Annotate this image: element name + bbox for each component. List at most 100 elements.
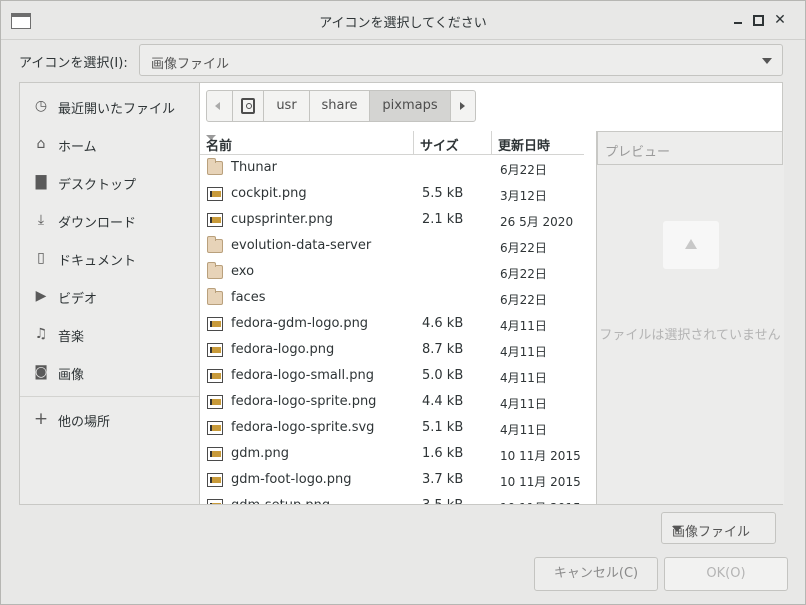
image-file-icon [207, 369, 223, 383]
image-file-icon [207, 317, 223, 331]
file-size: 4.4 kB [422, 394, 464, 409]
sidebar-item-label: ビデオ [58, 292, 98, 307]
file-date: 6月22日 [500, 293, 547, 307]
cancel-button[interactable]: キャンセル(C) [534, 557, 658, 591]
video-icon: ▶ [35, 288, 47, 304]
sidebar-item-label: 最近開いたファイル [58, 102, 176, 117]
image-file-icon [207, 447, 223, 461]
file-date: 4月11日 [500, 371, 547, 385]
path-back-button[interactable] [207, 91, 233, 121]
icon-chooser-dialog: アイコンを選択してください ✕ アイコンを選択(I): 画像ファイル ◷ 最近開… [0, 0, 806, 605]
preview-empty-text: ファイルは選択されていません [599, 328, 781, 343]
file-name: gdm-foot-logo.png [231, 472, 352, 487]
sidebar-item-desktop[interactable]: ▇ デスクトップ [20, 168, 199, 196]
sidebar-item-videos[interactable]: ▶ ビデオ [20, 282, 199, 310]
column-header-size[interactable]: サイズ [414, 131, 492, 155]
file-size: 3.5 kB [422, 498, 463, 504]
close-icon[interactable]: ✕ [773, 13, 787, 27]
file-row[interactable]: Thunar 6月22日 [200, 155, 584, 181]
download-icon: ⤓ [37, 212, 45, 228]
path-root-button[interactable] [233, 91, 264, 121]
sidebar-item-label: ドキュメント [58, 254, 137, 269]
path-crumb-share[interactable]: share [310, 91, 370, 121]
icon-type-combo[interactable]: 画像ファイル [139, 44, 783, 76]
folder-icon [207, 262, 223, 279]
file-size: 4.6 kB [422, 316, 464, 331]
home-icon: ⌂ [36, 136, 46, 152]
file-row[interactable]: evolution-data-server 6月22日 [200, 233, 584, 259]
sidebar-item-documents[interactable]: ▯ ドキュメント [20, 244, 199, 272]
image-file-icon [207, 473, 223, 487]
folder-icon [207, 288, 223, 305]
file-row[interactable]: fedora-logo-sprite.png 4.4 kB 4月11日 [200, 389, 584, 415]
file-name: cupsprinter.png [231, 212, 333, 227]
file-row[interactable]: gdm-foot-logo.png 3.7 kB 10 11月 2015 [200, 467, 584, 493]
file-date: 10 11月 2015 [500, 499, 581, 504]
file-date: 6月22日 [500, 163, 547, 177]
chevron-down-icon [672, 526, 682, 532]
sidebar-divider [20, 396, 199, 397]
sidebar-item-recent[interactable]: ◷ 最近開いたファイル [20, 92, 199, 120]
sidebar-item-home[interactable]: ⌂ ホーム [20, 130, 199, 158]
file-filter-value: 画像ファイル [672, 525, 751, 540]
file-date: 4月11日 [500, 319, 547, 333]
preview-placeholder-icon [663, 221, 719, 269]
file-date: 6月22日 [500, 267, 547, 281]
column-header-modified[interactable]: 更新日時 [492, 131, 584, 155]
minimize-icon[interactable] [731, 13, 745, 27]
path-crumb-pixmaps[interactable]: pixmaps [370, 91, 451, 121]
icon-type-value: 画像ファイル [151, 57, 230, 72]
file-size: 5.0 kB [422, 368, 464, 383]
plus-icon: + [33, 409, 49, 429]
sidebar-item-downloads[interactable]: ⤓ ダウンロード [20, 206, 199, 234]
ok-button[interactable]: OK(O) [664, 557, 788, 591]
sidebar-item-other-locations[interactable]: + 他の場所 [20, 405, 199, 433]
column-header-name[interactable]: 名前 [200, 131, 414, 155]
file-row[interactable]: cockpit.png 5.5 kB 3月12日 [200, 181, 584, 207]
path-crumb-usr[interactable]: usr [264, 91, 310, 121]
warning-icon [685, 239, 697, 249]
file-row[interactable]: fedora-gdm-logo.png 4.6 kB 4月11日 [200, 311, 584, 337]
sidebar-item-label: 画像 [58, 368, 85, 383]
file-chooser: ◷ 最近開いたファイル ⌂ ホーム ▇ デスクトップ ⤓ ダウンロード ▯ ドキ… [19, 82, 784, 505]
sidebar-item-pictures[interactable]: ◙ 画像 [20, 358, 199, 386]
image-file-icon [207, 395, 223, 409]
title-bar: アイコンを選択してください ✕ [1, 1, 805, 40]
desktop-folder-icon: ▇ [35, 174, 47, 190]
recent-clock-icon: ◷ [34, 98, 48, 114]
file-row[interactable]: fedora-logo-sprite.svg 5.1 kB 4月11日 [200, 415, 584, 441]
path-forward-button[interactable] [451, 91, 475, 121]
file-row[interactable]: exo 6月22日 [200, 259, 584, 285]
sidebar-item-label: 音楽 [58, 330, 85, 345]
file-date: 3月12日 [500, 189, 547, 203]
image-file-icon [207, 187, 223, 201]
file-size: 5.1 kB [422, 420, 464, 435]
file-name: cockpit.png [231, 186, 307, 201]
file-name: evolution-data-server [231, 238, 372, 253]
file-size: 8.7 kB [422, 342, 464, 357]
file-size: 5.5 kB [422, 186, 464, 201]
file-date: 4月11日 [500, 397, 547, 411]
file-row[interactable]: fedora-logo-small.png 5.0 kB 4月11日 [200, 363, 584, 389]
maximize-icon[interactable] [751, 13, 765, 27]
sidebar-item-label: 他の場所 [58, 415, 111, 430]
file-row[interactable]: gdm.png 1.6 kB 10 11月 2015 [200, 441, 584, 467]
folder-icon [207, 236, 223, 253]
chevron-right-icon [460, 102, 465, 110]
file-row[interactable]: cupsprinter.png 2.1 kB 26 5月 2020 [200, 207, 584, 233]
file-name: Thunar [231, 160, 277, 175]
file-filter-button[interactable]: 画像ファイル [661, 512, 776, 544]
file-name: fedora-logo-small.png [231, 368, 374, 383]
sidebar-item-music[interactable]: ♫ 音楽 [20, 320, 199, 348]
document-icon: ▯ [37, 250, 45, 266]
file-name: fedora-logo-sprite.png [231, 394, 377, 409]
music-icon: ♫ [34, 326, 48, 342]
file-row[interactable]: fedora-logo.png 8.7 kB 4月11日 [200, 337, 584, 363]
file-size: 1.6 kB [422, 446, 464, 461]
file-name: gdm.png [231, 446, 290, 461]
sidebar-item-label: ホーム [58, 140, 97, 155]
file-row[interactable]: faces 6月22日 [200, 285, 584, 311]
file-name: faces [231, 290, 266, 305]
chevron-down-icon [762, 58, 772, 64]
file-row[interactable]: gdm-setup.png 3.5 kB 10 11月 2015 [200, 493, 584, 504]
